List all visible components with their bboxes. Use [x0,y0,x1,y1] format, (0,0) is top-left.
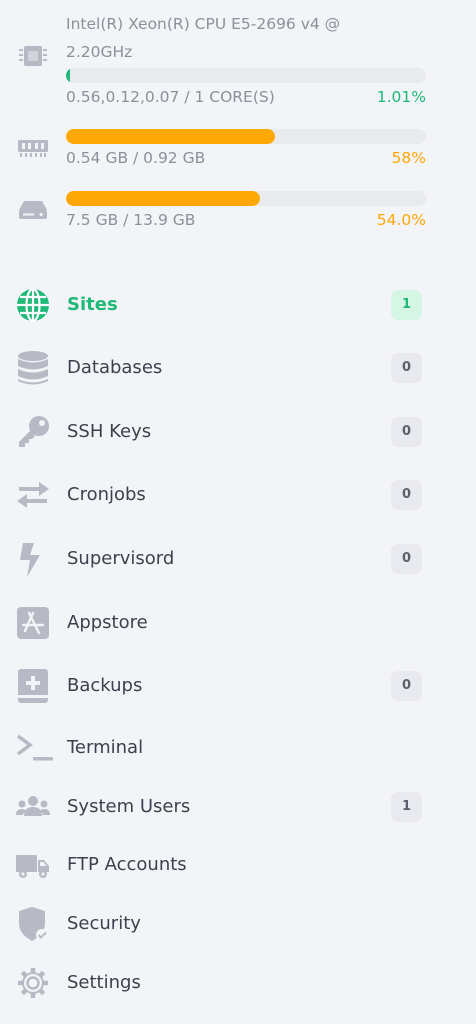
nav-item-supervisord[interactable]: Supervisord 0 [0,535,476,583]
nav-item-appstore[interactable]: Appstore [0,599,476,647]
cpu-usage-bar-fill [66,68,70,83]
nav-label-security: Security [67,913,141,934]
nav-item-terminal[interactable]: Terminal [0,724,476,772]
nav-item-settings[interactable]: Settings [0,959,476,1007]
globe-icon [15,287,51,323]
nav-item-ftp-accounts[interactable]: FTP Accounts [0,841,476,889]
nav-label-databases: Databases [67,357,163,378]
shield-icon [15,906,51,942]
disk-usage-bar-fill [66,191,261,206]
cpu-model-name: Intel(R) Xeon(R) CPU E5-2696 v4 @ 2.20GH… [66,15,341,61]
cpu-stat: Intel(R) Xeon(R) CPU E5-2696 v4 @ 2.20GH… [0,0,476,110]
backup-book-icon [15,668,51,704]
disk-percent: 54.0% [376,211,426,229]
memory-stat: 0.54 GB / 0.92 GB 58% [0,120,476,172]
backups-count-badge: 0 [391,671,422,701]
nav-label-system-users: System Users [67,796,191,817]
nav-label-sites: Sites [67,294,118,315]
appstore-icon [15,605,51,641]
disk-usage-text: 7.5 GB / 13.9 GB [66,211,196,229]
nav-label-supervisord: Supervisord [67,548,175,569]
users-icon [15,789,51,825]
supervisord-count-badge: 0 [391,544,422,574]
swap-arrows-icon [15,477,51,513]
nav-label-terminal: Terminal [67,737,144,758]
memory-usage-bar [66,129,426,144]
nav-label-settings: Settings [67,972,141,993]
nav-item-security[interactable]: Security [0,900,476,948]
nav-label-backups: Backups [67,675,143,696]
cpu-chip-icon [16,42,50,70]
memory-percent: 58% [391,149,426,167]
key-icon [15,414,51,450]
cpu-load-text: 0.56,0.12,0.07 / 1 CORE(S) [66,88,275,106]
nav-item-system-users[interactable]: System Users 1 [0,783,476,831]
nav-item-ssh-keys[interactable]: SSH Keys 0 [0,408,476,456]
system-users-count-badge: 1 [391,792,422,822]
truck-icon [15,847,51,883]
database-icon [15,350,51,386]
sites-count-badge: 1 [391,290,422,320]
nav-item-cronjobs[interactable]: Cronjobs 0 [0,471,476,519]
hard-drive-icon [16,196,50,224]
disk-usage-bar [66,191,426,206]
terminal-icon [15,730,53,766]
nav-label-cronjobs: Cronjobs [67,484,146,505]
nav-label-appstore: Appstore [67,612,148,633]
ssh-keys-count-badge: 0 [391,417,422,447]
cpu-usage-bar [66,68,426,83]
disk-stat: 7.5 GB / 13.9 GB 54.0% [0,182,476,234]
nav-item-backups[interactable]: Backups 0 [0,662,476,710]
cpu-percent: 1.01% [376,88,426,106]
nav-item-databases[interactable]: Databases 0 [0,344,476,392]
nav-label-ssh-keys: SSH Keys [67,421,152,442]
memory-usage-bar-fill [66,129,275,144]
nav-item-sites[interactable]: Sites 1 [0,281,476,329]
lightning-icon [15,541,51,577]
nav-label-ftp-accounts: FTP Accounts [67,854,187,875]
gear-icon [15,965,51,1001]
memory-usage-text: 0.54 GB / 0.92 GB [66,149,206,167]
databases-count-badge: 0 [391,353,422,383]
memory-ram-icon [16,134,50,162]
cronjobs-count-badge: 0 [391,480,422,510]
